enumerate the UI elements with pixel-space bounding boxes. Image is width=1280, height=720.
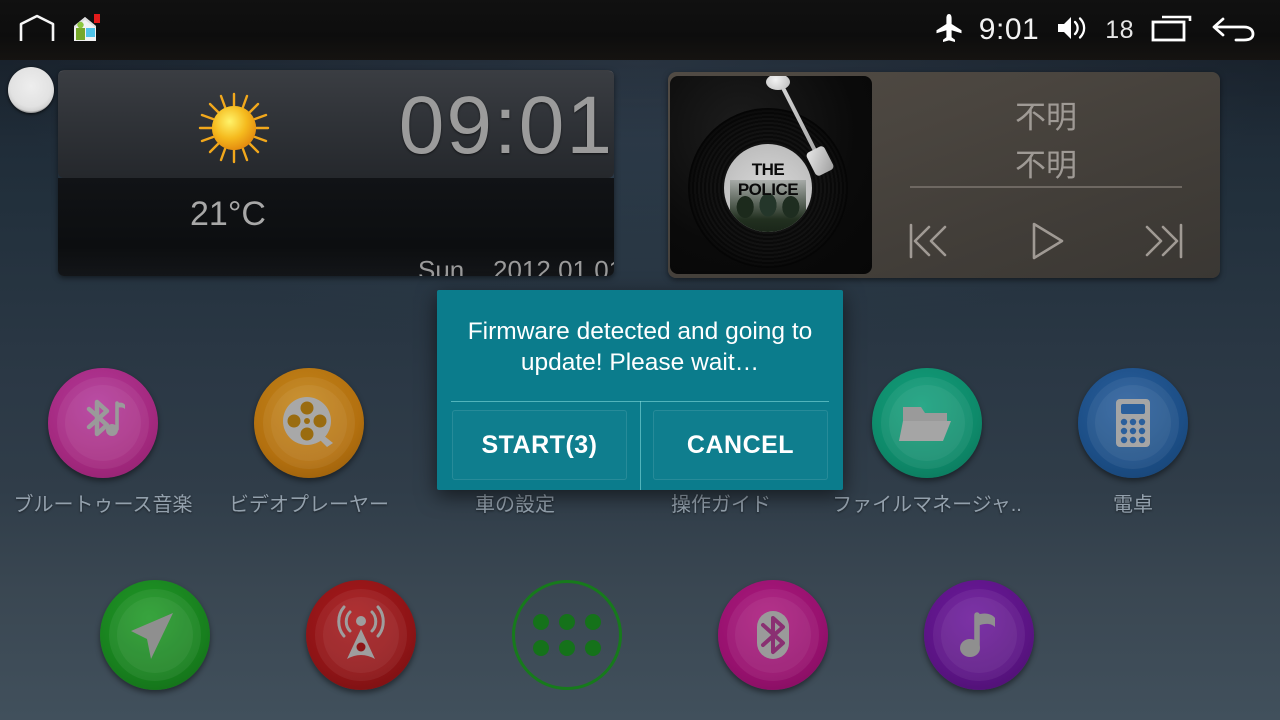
navigation-icon[interactable]	[100, 580, 210, 690]
navigation-arrow-glyph	[131, 613, 173, 659]
album-art: THE POLICE	[670, 76, 872, 274]
clock-weather-widget[interactable]: 09:01 21°C Sun 2012.01.01	[58, 70, 614, 276]
home-outline-icon[interactable]	[18, 13, 56, 48]
widget-temperature: 21°C	[190, 195, 266, 233]
track-divider	[910, 186, 1182, 188]
widget-date: 2012.01.01	[493, 255, 614, 276]
track-artist: 不明	[1015, 148, 1077, 183]
start-button[interactable]: START(3)	[452, 410, 627, 480]
app-drawer[interactable]: アプリ一覧	[464, 580, 670, 720]
music-player-widget[interactable]: THE POLICE 不明 不明	[668, 72, 1220, 278]
status-bar-clock: 9:01	[978, 13, 1040, 46]
app-label: 車の設定	[475, 494, 555, 516]
video-player-icon[interactable]	[254, 368, 364, 478]
app-label: ビデオプレーヤー	[229, 494, 389, 516]
app-navigation[interactable]: ナビ	[52, 580, 258, 720]
cancel-button[interactable]: CANCEL	[653, 410, 828, 480]
bluetooth-music-icon[interactable]	[48, 368, 158, 478]
film-reel-glyph	[283, 397, 333, 447]
radio-tower-glyph	[337, 605, 385, 659]
album-title-text: THE POLICE	[737, 160, 799, 199]
volume-icon[interactable]	[1055, 13, 1089, 48]
status-bar-right: 9:01 18	[935, 12, 1280, 49]
recent-apps-icon[interactable]	[1150, 13, 1194, 48]
volume-level: 18	[1105, 15, 1134, 44]
widget-clock-time: 09:01	[398, 80, 614, 171]
app-bluetooth-music[interactable]: ブルートゥース音楽	[0, 368, 206, 517]
file-manager-icon[interactable]	[872, 368, 982, 478]
music-note-glyph	[960, 612, 995, 657]
app-row-2: ナビ ラジオ アプリ一覧	[0, 580, 1280, 720]
app-file-manager[interactable]: ファイルマネージャ..	[824, 368, 1030, 517]
dialog-divider-vertical	[640, 401, 641, 490]
app-label: ブルートゥース音楽	[13, 494, 193, 516]
app-bluetooth[interactable]: ブルートゥース	[670, 580, 876, 720]
track-title: 不明	[1015, 100, 1077, 135]
bluetooth-icon[interactable]	[718, 580, 828, 690]
bluetooth-note-glyph	[86, 399, 125, 437]
vinyl-record: THE POLICE	[688, 108, 848, 268]
app-label: 電卓	[1113, 494, 1153, 516]
music-controls	[872, 210, 1220, 272]
house-launcher-icon[interactable]	[70, 12, 100, 49]
app-calculator[interactable]: 電卓	[1030, 368, 1236, 517]
airplane-mode-icon	[935, 13, 963, 48]
status-bar-left	[0, 12, 100, 49]
app-music[interactable]: 音楽	[876, 580, 1082, 720]
calculator-glyph	[1116, 399, 1150, 447]
app-drawer-icon[interactable]	[512, 580, 622, 690]
bluetooth-glyph	[757, 611, 789, 659]
music-icon[interactable]	[924, 580, 1034, 690]
status-bar: 9:01 18	[0, 0, 1280, 60]
app-label: 操作ガイド	[671, 494, 771, 516]
tonearm-base	[766, 76, 790, 90]
app-radio[interactable]: ラジオ	[258, 580, 464, 720]
calculator-icon[interactable]	[1078, 368, 1188, 478]
app-video-player[interactable]: ビデオプレーヤー	[206, 368, 412, 517]
dialog-message: Firmware detected and going to update! P…	[467, 318, 813, 376]
folder-glyph	[899, 407, 951, 441]
vinyl-label: THE POLICE	[724, 144, 812, 232]
back-arrow-icon[interactable]	[1210, 12, 1258, 49]
radio-icon[interactable]	[306, 580, 416, 690]
previous-track-button[interactable]	[902, 213, 958, 269]
firmware-update-dialog: Firmware detected and going to update! P…	[437, 290, 843, 490]
next-track-button[interactable]	[1134, 213, 1190, 269]
widget-weekday: Sun	[418, 255, 465, 276]
app-drawer-dots	[533, 614, 601, 656]
app-label: ファイルマネージャ..	[832, 494, 1022, 516]
sun-icon	[198, 92, 270, 164]
power-knob-button[interactable]	[8, 67, 54, 113]
play-button[interactable]	[1018, 213, 1074, 269]
